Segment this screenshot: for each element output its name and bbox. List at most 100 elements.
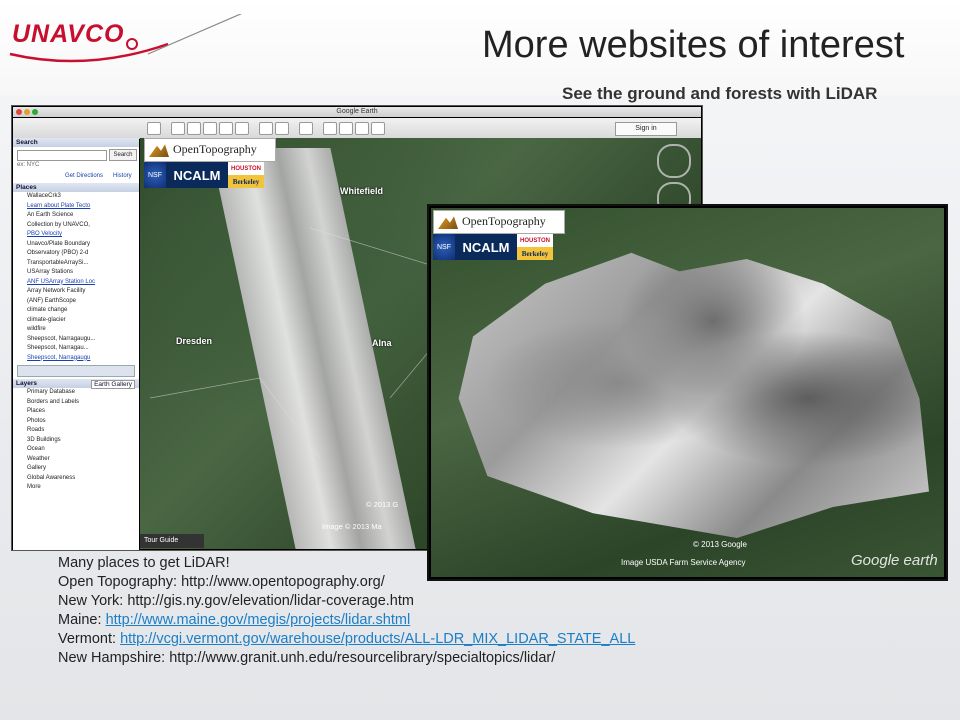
ncalm-logo-2: NSF NCALM HOUSTON Berkeley: [433, 234, 553, 260]
mountain-icon: [438, 216, 458, 229]
layers-list-item[interactable]: Weather: [13, 455, 139, 465]
ncalm-text-2: NCALM: [455, 234, 517, 260]
layers-panel-header[interactable]: Layers Earth Gallery: [13, 379, 139, 389]
look-control-icon[interactable]: [657, 144, 691, 178]
planet-icon[interactable]: [275, 122, 289, 135]
minimize-icon[interactable]: [24, 109, 30, 115]
nsf-seal-2: NSF: [433, 234, 455, 260]
layers-list-item[interactable]: More: [13, 483, 139, 493]
nsf-seal: NSF: [144, 162, 166, 188]
toolbar: Sign in: [13, 118, 701, 139]
layers-list-item[interactable]: Places: [13, 407, 139, 417]
layers-list-item[interactable]: Photos: [13, 417, 139, 427]
tour-icon[interactable]: [235, 122, 249, 135]
layers-list-item[interactable]: 3D Buildings: [13, 436, 139, 446]
sign-in-button[interactable]: Sign in: [615, 122, 677, 136]
map-label-dresden[interactable]: Dresden: [176, 336, 212, 346]
note-line-2: Open Topography: http://www.opentopograp…: [58, 574, 385, 590]
places-list-item[interactable]: Sheepscot, Narragaugu: [13, 354, 139, 364]
mountain-icon: [149, 144, 169, 157]
places-list: WallaceCrk3 Learn about Plate Tecto An Ear…: [13, 192, 139, 363]
places-panel-header[interactable]: Places: [13, 183, 139, 192]
map-copyright-1: © 2013 G: [366, 500, 399, 509]
places-list-item[interactable]: TransportableArraySi...: [13, 259, 139, 269]
get-directions-link[interactable]: Get Directions: [65, 173, 103, 179]
earth-gallery-button[interactable]: Earth Gallery: [91, 380, 135, 389]
note-line-3: New York: http://gis.ny.gov/elevation/li…: [58, 593, 414, 609]
places-list-item[interactable]: climate change: [13, 306, 139, 316]
places-list-item[interactable]: (ANF) EarthScope: [13, 297, 139, 307]
ruler-icon[interactable]: [299, 122, 313, 135]
layers-list: Primary Database Borders and Labels Places…: [13, 388, 139, 493]
hillshade-map[interactable]: OpenTopography NSF NCALM HOUSTON Berkele…: [431, 208, 944, 577]
opentopography-logo-2: OpenTopography: [433, 210, 565, 234]
hillshade-copyright: © 2013 Google: [693, 540, 747, 549]
places-list-item[interactable]: WallaceCrk3: [13, 192, 139, 202]
maps-icon[interactable]: [371, 122, 385, 135]
opentopography-logo: OpenTopography: [144, 138, 276, 162]
slide-subtitle: See the ground and forests with LiDAR: [562, 84, 878, 103]
places-list-item[interactable]: PBO Velocity: [13, 230, 139, 240]
places-list-item[interactable]: An Earth Science: [13, 211, 139, 221]
places-list-item[interactable]: Unavco/Plate Boundary: [13, 240, 139, 250]
layers-list-item[interactable]: Primary Database: [13, 388, 139, 398]
sun-icon[interactable]: [259, 122, 273, 135]
print-icon[interactable]: [339, 122, 353, 135]
vermont-link[interactable]: http://vcgi.vermont.gov/warehouse/produc…: [120, 631, 635, 647]
path-icon[interactable]: [203, 122, 217, 135]
search-panel-header[interactable]: Search: [13, 138, 139, 147]
places-list-item[interactable]: Collection by UNAVCO,: [13, 221, 139, 231]
search-hint: ex: NYC: [17, 162, 40, 168]
search-panel: Search ex: NYC Get Directions History: [13, 147, 139, 183]
layers-list-item[interactable]: Roads: [13, 426, 139, 436]
map-copyright-2: Image © 2013 Ma: [322, 522, 382, 531]
maximize-icon[interactable]: [32, 109, 38, 115]
places-list-item[interactable]: climate-glacier: [13, 316, 139, 326]
map-label-whitefield[interactable]: Whitefield: [340, 186, 383, 196]
layers-label: Layers: [16, 380, 37, 387]
places-list-item[interactable]: Learn about Plate Tecto: [13, 202, 139, 212]
berkeley-text-2: Berkeley: [517, 247, 553, 260]
ncalm-text: NCALM: [166, 162, 228, 188]
history-link[interactable]: History: [113, 173, 132, 179]
note-line-5: Vermont: http://vcgi.vermont.gov/warehou…: [58, 630, 635, 649]
places-list-item[interactable]: Sheepscot, Narragaugu...: [13, 335, 139, 345]
berkeley-text: Berkeley: [228, 175, 264, 188]
places-list-item[interactable]: ANF USArray Station Loc: [13, 278, 139, 288]
maine-link[interactable]: http://www.maine.gov/megis/projects/lida…: [106, 612, 411, 628]
opentopography-text-2: OpenTopography: [462, 214, 546, 228]
search-button[interactable]: Search: [109, 149, 137, 161]
places-list-item[interactable]: Observatory (PBO) 2-d: [13, 249, 139, 259]
map-label-alna[interactable]: Alna: [372, 338, 392, 348]
places-list-item[interactable]: wildfire: [13, 325, 139, 335]
search-input[interactable]: [17, 150, 107, 161]
layers-list-item[interactable]: Gallery: [13, 464, 139, 474]
save-image-icon[interactable]: [355, 122, 369, 135]
sidebar-toggle-icon[interactable]: [147, 122, 161, 135]
layers-list-item[interactable]: Borders and Labels: [13, 398, 139, 408]
houston-text-2: HOUSTON: [520, 237, 550, 244]
tour-guide-label: Tour Guide: [144, 537, 179, 544]
google-earth-watermark: Google earth: [851, 552, 938, 569]
places-list-item[interactable]: Sheepscot, Narragau...: [13, 344, 139, 354]
note-line-4: Maine: http://www.maine.gov/megis/projec…: [58, 611, 635, 630]
ncalm-logo: NSF NCALM HOUSTON Berkeley: [144, 162, 264, 188]
places-list-item[interactable]: Array Network Facility: [13, 287, 139, 297]
layers-list-item[interactable]: Global Awareness: [13, 474, 139, 484]
vermont-label: Vermont:: [58, 631, 121, 647]
layers-list-item[interactable]: Ocean: [13, 445, 139, 455]
polygon-icon[interactable]: [187, 122, 201, 135]
overlay-icon[interactable]: [219, 122, 233, 135]
email-icon[interactable]: [323, 122, 337, 135]
close-icon[interactable]: [16, 109, 22, 115]
opentopography-text: OpenTopography: [173, 142, 257, 156]
window-title: Google Earth: [336, 108, 378, 115]
places-list-item[interactable]: USArray Stations: [13, 268, 139, 278]
places-footer: [17, 365, 135, 377]
lidar-sources-list: Many places to get LiDAR! Open Topograph…: [58, 554, 635, 668]
tour-guide-button[interactable]: Tour Guide: [140, 534, 204, 548]
window-titlebar: Google Earth: [13, 107, 701, 117]
houston-text: HOUSTON: [231, 165, 261, 172]
placemark-icon[interactable]: [171, 122, 185, 135]
slide-title: More websites of interest: [482, 24, 905, 66]
